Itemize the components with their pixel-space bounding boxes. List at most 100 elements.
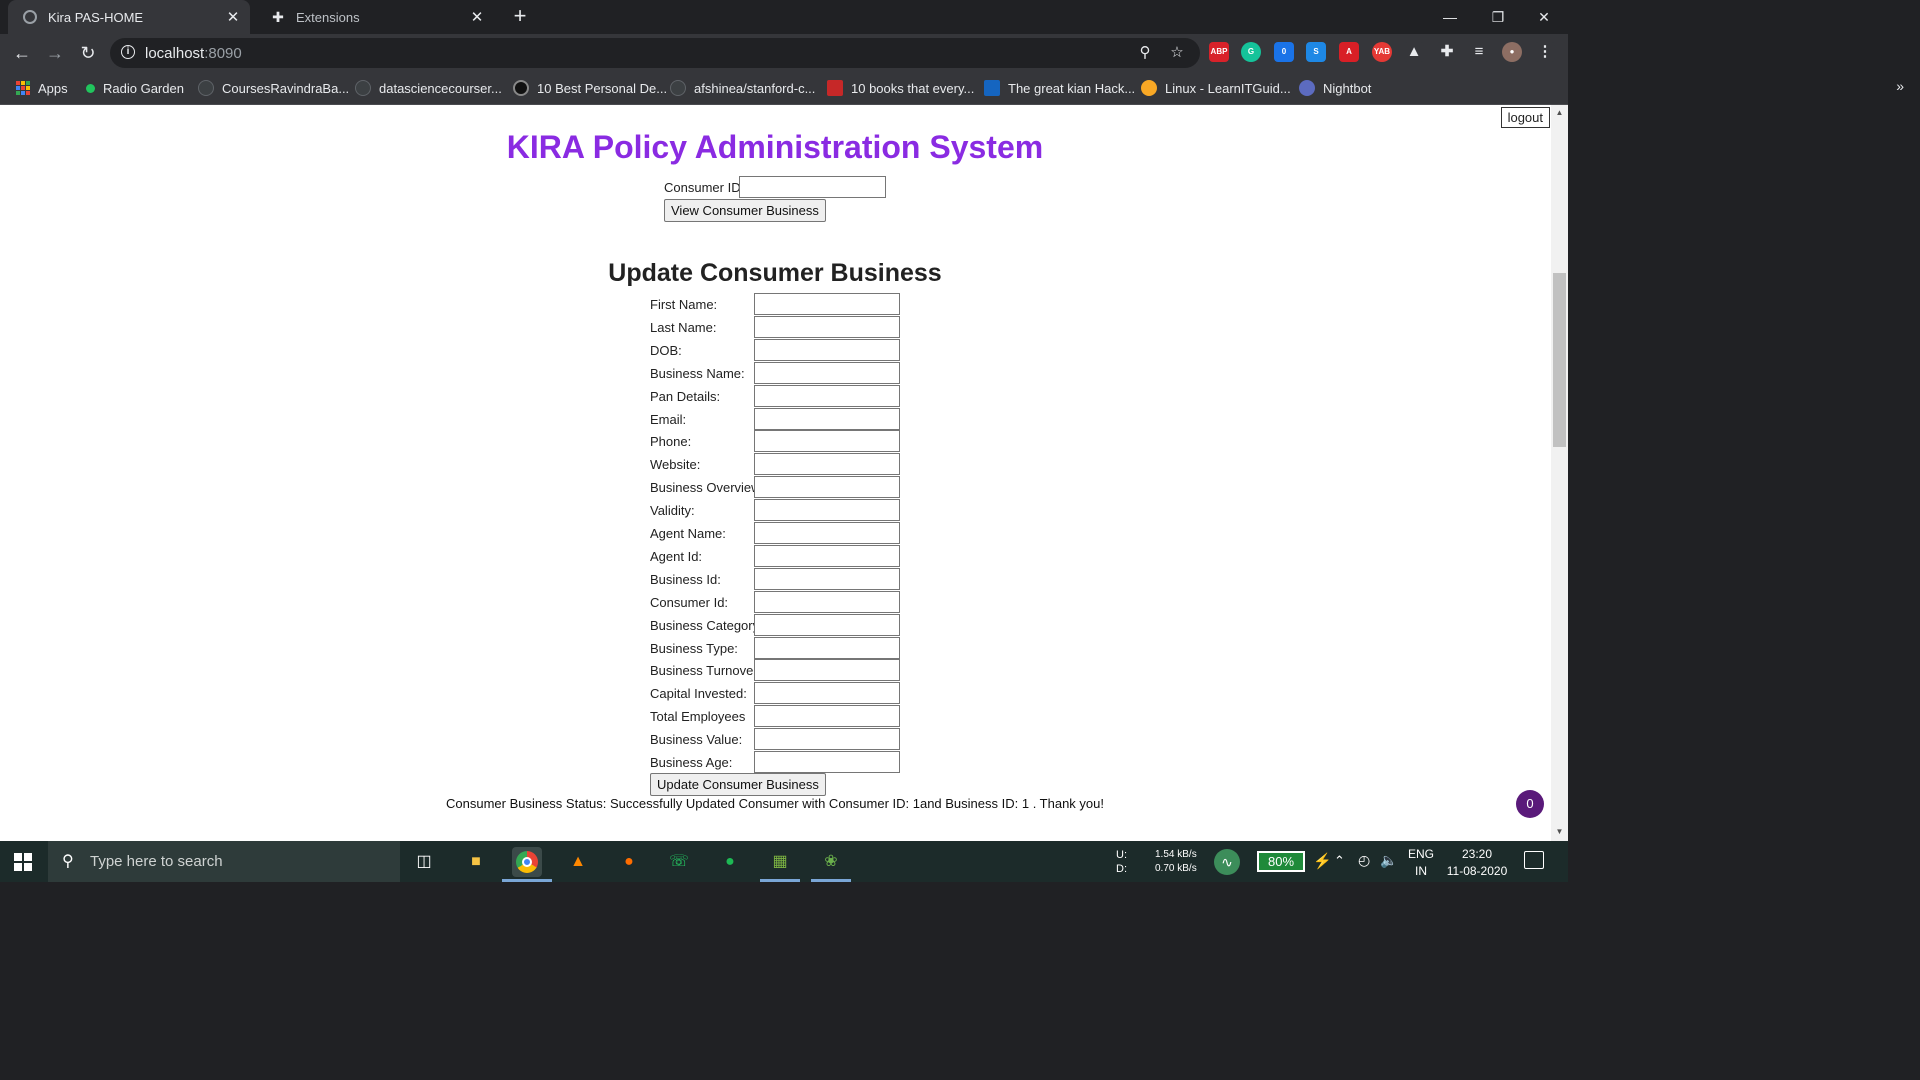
file-explorer-icon[interactable]: ■ — [461, 847, 491, 877]
firefox-icon[interactable]: ● — [614, 847, 644, 877]
update-consumer-business-button[interactable]: Update Consumer Business — [650, 773, 826, 796]
wifi-icon[interactable]: ◴ — [1358, 852, 1370, 893]
acrobat-icon[interactable]: A — [1339, 42, 1359, 62]
form-field-input[interactable] — [754, 751, 900, 773]
info-icon[interactable]: i — [121, 45, 135, 59]
form-field-input[interactable] — [754, 476, 900, 498]
bookmarks-overflow-button[interactable]: » — [1896, 78, 1904, 94]
form-field-input[interactable] — [754, 637, 900, 659]
chrome-icon[interactable] — [512, 847, 542, 877]
form-field-label: Business Category: — [650, 618, 763, 633]
clock[interactable]: 23:20 11-08-2020 — [1444, 846, 1510, 887]
spring-app-icon[interactable]: ❀ — [816, 847, 846, 877]
bookmark-apps[interactable]: Apps — [16, 78, 68, 98]
app-running-indicator — [811, 879, 851, 882]
restore-icon[interactable]: ❐ — [1474, 0, 1522, 34]
window-close-icon[interactable]: ✕ — [1520, 0, 1568, 34]
bookmark-label: 10 books that every... — [851, 80, 975, 96]
bookmark-label: Apps — [38, 80, 68, 96]
section-title: Update Consumer Business — [608, 259, 942, 287]
bookmark-label: afshinea/stanford-c... — [694, 80, 816, 96]
zoom-icon[interactable]: ⚲ — [1135, 43, 1155, 63]
reading-list-icon[interactable]: ≡ — [1469, 42, 1489, 62]
back-icon[interactable]: ← — [10, 41, 34, 65]
form-field-input[interactable] — [754, 728, 900, 750]
scroll-up-icon[interactable]: ▲ — [1555, 108, 1564, 117]
form-field-input[interactable] — [754, 316, 900, 338]
activity-monitor-icon[interactable]: ∿ — [1214, 849, 1240, 875]
form-field-input[interactable] — [754, 385, 900, 407]
notification-center-icon[interactable] — [1524, 851, 1544, 869]
form-field-input[interactable] — [754, 499, 900, 521]
language-indicator[interactable]: ENG IN — [1408, 846, 1434, 887]
form-field-input[interactable] — [754, 408, 900, 430]
notepad-app-icon[interactable]: ▦ — [765, 847, 795, 877]
vlc-icon[interactable]: ▲ — [563, 847, 593, 877]
close-icon[interactable]: ✕ — [466, 8, 488, 26]
form-field-input[interactable] — [754, 362, 900, 384]
bookmark-label: Radio Garden — [103, 80, 184, 96]
bookmark-nightbot[interactable]: Nightbot — [1299, 78, 1371, 98]
task-view-icon[interactable]: ◫ — [409, 847, 439, 877]
form-field-input[interactable] — [754, 591, 900, 613]
scroll-down-icon[interactable]: ▼ — [1555, 827, 1564, 836]
bookmark-radio-garden[interactable]: Radio Garden — [86, 78, 184, 98]
adblock-plus-icon[interactable]: ABP — [1209, 42, 1229, 62]
form-field-input[interactable] — [754, 682, 900, 704]
volume-icon[interactable]: 🔈 — [1380, 852, 1397, 893]
profile-avatar-icon[interactable]: ● — [1502, 42, 1522, 62]
reload-icon[interactable]: ↻ — [76, 41, 100, 65]
scrollbar-thumb[interactable] — [1553, 273, 1566, 447]
consumer-id-input[interactable] — [739, 176, 886, 198]
taskbar-search[interactable]: ⚲ Type here to search — [48, 841, 400, 882]
menu-icon[interactable]: ⋮ — [1535, 42, 1555, 62]
form-field-input[interactable] — [754, 568, 900, 590]
form-field-label: Pan Details: — [650, 389, 721, 404]
minimize-icon[interactable]: — — [1426, 0, 1474, 34]
yab-icon[interactable]: YAB — [1372, 42, 1392, 62]
forward-icon[interactable]: → — [43, 41, 67, 65]
bookmark-datasciencecourser[interactable]: datasciencecourser... — [355, 78, 502, 98]
form-field-input[interactable] — [754, 522, 900, 544]
bookmark-courses[interactable]: CoursesRavindraBa... — [198, 78, 349, 98]
form-field-input[interactable] — [754, 430, 900, 452]
address-bar[interactable]: i localhost:8090 ⚲ ☆ — [110, 38, 1200, 68]
chrome-active-indicator — [502, 879, 552, 882]
puzzle-icon[interactable]: ✚ — [1437, 42, 1457, 62]
skype-icon[interactable]: S — [1306, 42, 1326, 62]
page-scrollbar[interactable]: ▲ ▼ — [1551, 105, 1568, 841]
windows-start-icon[interactable] — [14, 853, 32, 871]
spotify-icon[interactable]: ● — [715, 847, 745, 877]
page-viewport: logout KIRA Policy Administration System… — [0, 105, 1568, 841]
form-field-input[interactable] — [754, 339, 900, 361]
bookmark-best-personal[interactable]: 10 Best Personal De... — [513, 78, 667, 98]
whatsapp-icon[interactable]: ☏ — [664, 847, 694, 877]
tab-extensions[interactable]: ✚ Extensions ✕ — [256, 0, 494, 34]
logout-button[interactable]: logout — [1500, 107, 1550, 128]
bookmark-kian-hack[interactable]: The great kian Hack... — [984, 78, 1135, 98]
bookmark-linux[interactable]: Linux - LearnITGuid... — [1141, 78, 1291, 98]
form-field-input[interactable] — [754, 614, 900, 636]
form-field-input[interactable] — [754, 659, 900, 681]
chat-bubble-button[interactable]: 0 — [1516, 790, 1544, 818]
bookmarks-bar: Apps Radio Garden CoursesRavindraBa... d… — [0, 72, 1568, 105]
form-field-input[interactable] — [754, 705, 900, 727]
bookmark-10-books[interactable]: 10 books that every... — [827, 78, 974, 98]
tab-kira-pas-home[interactable]: Kira PAS-HOME ✕ — [8, 0, 250, 34]
chevron-up-icon[interactable]: ⌃ — [1334, 853, 1345, 894]
battery-indicator[interactable]: 80% — [1257, 851, 1305, 872]
form-field-input[interactable] — [754, 545, 900, 567]
close-icon[interactable]: ✕ — [222, 8, 244, 26]
form-field-input[interactable] — [754, 453, 900, 475]
tab-title: Kira PAS-HOME — [48, 9, 144, 25]
extension-badge-icon[interactable]: 0 — [1274, 42, 1294, 62]
form-field-input[interactable] — [754, 293, 900, 315]
triangle-icon[interactable]: ▲ — [1404, 42, 1424, 62]
new-tab-button[interactable]: + — [508, 4, 532, 28]
site-icon — [513, 80, 529, 96]
bookmark-star-icon[interactable]: ☆ — [1167, 43, 1187, 63]
bookmark-afshinea[interactable]: afshinea/stanford-c... — [670, 78, 815, 98]
grammarly-icon[interactable]: G — [1241, 42, 1261, 62]
view-consumer-business-button[interactable]: View Consumer Business — [664, 199, 826, 222]
form-field-label: Business Age: — [650, 755, 733, 770]
